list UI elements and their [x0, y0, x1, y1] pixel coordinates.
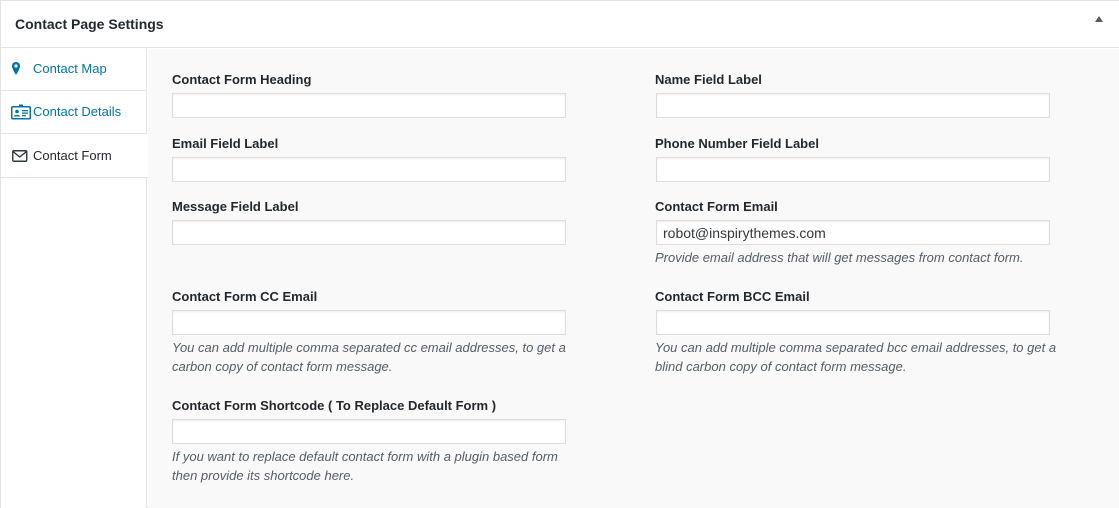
contact-form-heading-input[interactable]	[172, 93, 566, 118]
settings-sidebar: Contact Map Contact Details Contact Form	[1, 48, 148, 508]
message-field-label-input[interactable]	[172, 220, 566, 245]
shortcode-description-line2: then provide its shortcode here.	[172, 468, 355, 483]
contact-form-email-label: Contact Form Email	[655, 199, 778, 214]
envelope-icon	[11, 148, 29, 164]
settings-content: Contact Form Heading Name Field Label Em…	[148, 49, 1119, 508]
message-field-label-label: Message Field Label	[172, 199, 299, 214]
panel-header[interactable]: Contact Page Settings	[1, 1, 1119, 48]
cc-email-description-line1: You can add multiple comma separated cc …	[172, 340, 566, 355]
tab-contact-form[interactable]: Contact Form	[1, 134, 148, 178]
cc-email-input[interactable]	[172, 310, 566, 335]
tab-label: Contact Details	[33, 104, 122, 119]
panel-title: Contact Page Settings	[15, 16, 164, 32]
settings-panel: Contact Page Settings Contact Map Contac…	[0, 0, 1119, 508]
cc-email-label: Contact Form CC Email	[172, 289, 318, 304]
tab-contact-map[interactable]: Contact Map	[1, 48, 147, 91]
collapse-arrow-icon[interactable]	[1095, 16, 1103, 22]
bcc-email-description-line1: You can add multiple comma separated bcc…	[655, 340, 1057, 355]
tab-label: Contact Form	[33, 148, 112, 163]
map-pin-icon	[11, 61, 29, 77]
tab-contact-details[interactable]: Contact Details	[1, 91, 147, 134]
contact-form-heading-label: Contact Form Heading	[172, 72, 312, 87]
shortcode-description-line1: If you want to replace default contact f…	[172, 449, 558, 464]
id-card-icon	[11, 104, 31, 120]
email-field-label-label: Email Field Label	[172, 136, 279, 151]
contact-form-email-description: Provide email address that will get mess…	[655, 250, 1024, 265]
bcc-email-label: Contact Form BCC Email	[655, 289, 810, 304]
cc-email-description-line2: carbon copy of contact form message.	[172, 359, 393, 374]
name-field-label-input[interactable]	[656, 93, 1050, 118]
email-field-label-input[interactable]	[172, 157, 566, 182]
tab-label: Contact Map	[33, 61, 107, 76]
shortcode-input[interactable]	[172, 419, 566, 444]
bcc-email-description-line2: blind carbon copy of contact form messag…	[655, 359, 907, 374]
bcc-email-input[interactable]	[656, 310, 1050, 335]
shortcode-label: Contact Form Shortcode ( To Replace Defa…	[172, 398, 497, 413]
name-field-label-label: Name Field Label	[655, 72, 762, 87]
contact-form-email-input[interactable]	[656, 220, 1050, 245]
phone-field-label-label: Phone Number Field Label	[655, 136, 819, 151]
phone-field-label-input[interactable]	[656, 157, 1050, 182]
